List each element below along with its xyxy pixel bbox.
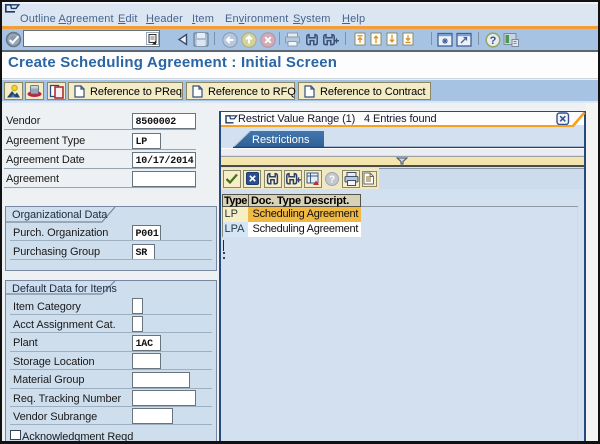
svg-text:?: ? <box>490 35 497 47</box>
svg-text:?: ? <box>329 174 335 185</box>
